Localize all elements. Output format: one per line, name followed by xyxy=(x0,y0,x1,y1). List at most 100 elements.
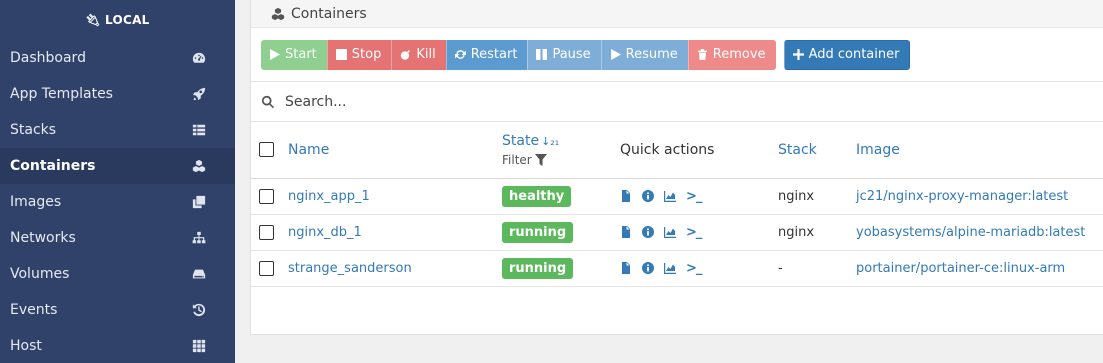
plug-icon: 🔌︎ xyxy=(85,13,101,27)
sidebar-item-dashboard[interactable]: Dashboard xyxy=(0,40,235,76)
search-bar xyxy=(251,82,1103,122)
sidebar-item-app-templates[interactable]: App Templates xyxy=(0,76,235,112)
info-icon[interactable] xyxy=(642,262,654,274)
search-input[interactable] xyxy=(285,93,785,110)
image-link[interactable]: jc21/nginx-proxy-manager:latest xyxy=(856,189,1068,204)
sort-by-state[interactable]: State xyxy=(502,133,539,149)
select-all-checkbox[interactable] xyxy=(259,142,274,158)
image-link[interactable]: portainer/portainer-ce:linux-arm xyxy=(856,261,1065,276)
kill-button-label: Kill xyxy=(416,47,436,62)
remove-button-label: Remove xyxy=(712,47,766,62)
sidebar-item-host[interactable]: Host xyxy=(0,328,235,363)
logs-icon[interactable] xyxy=(620,226,632,238)
rocket-icon xyxy=(191,86,207,102)
plus-icon xyxy=(792,49,804,60)
cubes-icon xyxy=(191,158,207,174)
container-name-link[interactable]: nginx_db_1 xyxy=(288,225,362,240)
sidebar: 🔌︎ LOCAL Dashboard App Templates Stacks … xyxy=(0,0,235,363)
quick-actions: >_ xyxy=(620,189,778,204)
table-row: nginx_db_1 running >_ nginx yobasystems/… xyxy=(251,214,1103,250)
console-icon[interactable]: >_ xyxy=(686,261,702,276)
bomb-icon xyxy=(400,49,411,60)
logs-icon[interactable] xyxy=(620,190,632,202)
stack-name: - xyxy=(778,260,783,276)
start-button[interactable]: Start xyxy=(261,39,327,70)
image-link[interactable]: yobasystems/alpine-mariadb:latest xyxy=(856,225,1085,240)
logs-icon[interactable] xyxy=(620,262,632,274)
sort-by-name[interactable]: Name xyxy=(288,142,329,158)
state-filter[interactable]: Filter xyxy=(502,153,620,167)
stack-name: nginx xyxy=(778,224,815,240)
filter-icon xyxy=(534,153,547,166)
endpoint-name: LOCAL xyxy=(104,13,150,27)
status-badge: healthy xyxy=(502,185,572,207)
refresh-icon xyxy=(454,49,466,60)
row-checkbox[interactable] xyxy=(259,224,274,240)
clone-icon xyxy=(191,194,207,210)
table-header-row: Name State ↓₂₁ Filter Quick actions Stack… xyxy=(251,122,1103,178)
sidebar-item-label: Images xyxy=(10,194,62,210)
sidebar-item-label: Stacks xyxy=(10,122,57,138)
add-container-label: Add container xyxy=(808,47,900,62)
stop-button-label: Stop xyxy=(351,47,382,62)
list-icon xyxy=(191,122,207,138)
remove-button[interactable]: Remove xyxy=(687,39,776,70)
sidebar-item-networks[interactable]: Networks xyxy=(0,220,235,256)
row-checkbox[interactable] xyxy=(259,260,274,276)
sidebar-item-label: Networks xyxy=(10,230,76,246)
table-row: strange_sanderson running >_ - portainer… xyxy=(251,250,1103,286)
stack-name: nginx xyxy=(778,188,815,204)
info-icon[interactable] xyxy=(642,226,654,238)
play-icon xyxy=(610,49,621,60)
stop-icon xyxy=(335,49,347,60)
stats-icon[interactable] xyxy=(664,226,676,238)
widget-title: Containers xyxy=(291,5,367,22)
console-icon[interactable]: >_ xyxy=(686,225,702,240)
quick-actions: >_ xyxy=(620,261,778,276)
sidebar-item-images[interactable]: Images xyxy=(0,184,235,220)
history-icon xyxy=(191,302,207,318)
sort-by-image[interactable]: Image xyxy=(856,142,900,158)
sidebar-item-label: Events xyxy=(10,302,58,318)
sort-by-stack[interactable]: Stack xyxy=(778,142,817,158)
sort-asc-icon[interactable]: ↓₂₁ xyxy=(541,135,559,148)
sidebar-item-label: App Templates xyxy=(10,86,113,102)
sidebar-item-volumes[interactable]: Volumes xyxy=(0,256,235,292)
pause-button-label: Pause xyxy=(552,47,591,62)
container-name-link[interactable]: strange_sanderson xyxy=(288,261,412,276)
row-checkbox[interactable] xyxy=(259,188,274,204)
start-button-label: Start xyxy=(285,47,317,62)
widget-header: Containers xyxy=(251,0,1103,28)
stop-button[interactable]: Stop xyxy=(326,39,392,70)
console-icon[interactable]: >_ xyxy=(686,189,702,204)
search-icon xyxy=(261,95,275,108)
sidebar-item-label: Containers xyxy=(10,158,96,174)
sitemap-icon xyxy=(191,230,207,246)
add-container-button[interactable]: Add container xyxy=(783,39,911,70)
quick-actions: >_ xyxy=(620,225,778,240)
containers-table: Name State ↓₂₁ Filter Quick actions Stack… xyxy=(251,122,1103,287)
kill-button[interactable]: Kill xyxy=(391,39,446,70)
dashboard-icon xyxy=(191,50,207,66)
endpoint-label: 🔌︎ LOCAL xyxy=(0,0,235,40)
resume-button[interactable]: Resume xyxy=(600,39,688,70)
state-filter-label: Filter xyxy=(502,152,532,167)
pause-button[interactable]: Pause xyxy=(527,39,601,70)
info-icon[interactable] xyxy=(642,190,654,202)
resume-button-label: Resume xyxy=(625,47,678,62)
pause-icon xyxy=(536,49,548,60)
sidebar-item-label: Volumes xyxy=(10,266,70,282)
table-row: nginx_app_1 healthy >_ nginx jc21/nginx-… xyxy=(251,178,1103,214)
restart-button[interactable]: Restart xyxy=(445,39,528,70)
sidebar-item-events[interactable]: Events xyxy=(0,292,235,328)
container-name-link[interactable]: nginx_app_1 xyxy=(288,189,370,204)
restart-button-label: Restart xyxy=(470,47,518,62)
play-icon xyxy=(269,49,280,60)
stats-icon[interactable] xyxy=(664,190,676,202)
sidebar-item-stacks[interactable]: Stacks xyxy=(0,112,235,148)
action-bar: Start Stop Kill Restart Pause Resume Rem… xyxy=(251,28,1103,82)
grid-icon xyxy=(191,338,207,354)
stats-icon[interactable] xyxy=(664,262,676,274)
sidebar-item-containers[interactable]: Containers xyxy=(0,148,235,184)
status-badge: running xyxy=(502,257,574,279)
